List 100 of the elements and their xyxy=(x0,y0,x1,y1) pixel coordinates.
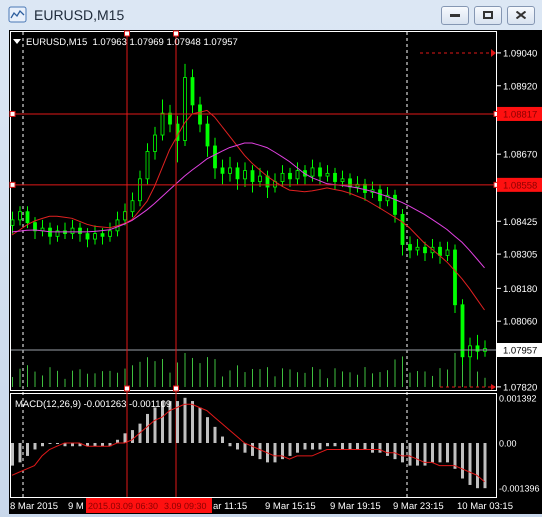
candlestick xyxy=(438,241,442,264)
candlestick xyxy=(386,186,390,207)
histogram-bar xyxy=(341,443,344,450)
price-tag: 1.08817 xyxy=(497,106,542,121)
candlestick xyxy=(213,137,217,180)
candlestick xyxy=(258,167,262,188)
candlestick xyxy=(130,192,134,218)
candlestick xyxy=(206,115,210,158)
candlestick xyxy=(33,216,37,240)
histogram-bar xyxy=(94,443,96,446)
histogram-bar xyxy=(11,443,14,466)
candlestick xyxy=(296,162,300,185)
histogram-bar xyxy=(484,443,486,488)
candlestick xyxy=(333,167,337,190)
histogram-bar xyxy=(236,443,239,450)
histogram-bar xyxy=(311,443,314,450)
histogram-bar xyxy=(221,436,224,443)
chart-window-icon xyxy=(8,6,28,24)
time-axis-label: 9 M xyxy=(68,501,84,512)
indicator-axis-label: 0.001392 xyxy=(499,394,537,404)
candlestick xyxy=(460,298,464,366)
candlestick xyxy=(400,208,404,256)
histogram-bar xyxy=(184,398,186,443)
histogram-bar xyxy=(26,443,29,456)
histogram-bar xyxy=(454,443,456,469)
close-icon xyxy=(516,11,526,19)
candlestick xyxy=(453,244,457,314)
time-tag: 3.09 09:30 xyxy=(162,498,212,513)
candlestick xyxy=(48,222,52,246)
histogram-bar xyxy=(138,424,142,443)
histogram-bar xyxy=(296,443,299,453)
candlestick xyxy=(198,96,202,133)
histogram-bar xyxy=(64,443,66,446)
candlestick xyxy=(190,68,194,114)
histogram-bar xyxy=(176,401,179,443)
histogram-bar xyxy=(86,443,89,446)
histogram-bar xyxy=(288,443,292,456)
candlestick xyxy=(176,115,180,163)
histogram-bar xyxy=(364,443,366,450)
window-title: EURUSD,M15 xyxy=(34,7,124,23)
candlestick xyxy=(430,238,434,259)
candlestick xyxy=(93,224,97,246)
histogram-bar xyxy=(116,440,119,443)
histogram-bar xyxy=(251,443,254,456)
histogram-bar xyxy=(124,433,126,443)
candlestick xyxy=(70,219,74,240)
candlestick xyxy=(356,176,360,194)
histogram-bar xyxy=(334,443,336,446)
candlestick xyxy=(243,162,247,188)
time-tag: 2015.03.09 06:30 xyxy=(86,498,162,513)
alert-arrow xyxy=(440,384,496,390)
histogram-bar xyxy=(416,443,419,466)
indicator-axis-label: 0.00 xyxy=(499,438,517,448)
time-axis-label: ar 11:15 xyxy=(213,501,248,512)
candlestick xyxy=(393,189,397,224)
candlestick xyxy=(153,126,157,160)
candlestick xyxy=(220,159,224,185)
candlestick xyxy=(63,222,67,240)
histogram-bar xyxy=(431,443,434,462)
candlestick xyxy=(250,164,254,194)
price-axis-label: 1.08180 xyxy=(503,284,538,295)
close-button[interactable] xyxy=(507,6,535,24)
candlestick xyxy=(326,164,330,182)
price-axis-label: 1.08425 xyxy=(503,216,538,228)
minimize-button[interactable] xyxy=(441,6,469,24)
candlestick xyxy=(446,241,450,262)
candlestick xyxy=(138,170,142,207)
time-axis-label: 9 Mar 23:15 xyxy=(393,501,444,512)
histogram-bar xyxy=(214,426,216,443)
histogram-bar xyxy=(34,443,36,450)
maximize-button[interactable] xyxy=(474,6,502,24)
histogram-bar xyxy=(18,443,22,462)
price-axis-label: 1.09040 xyxy=(503,48,538,60)
histogram-bar xyxy=(78,443,82,446)
price-axis-label: 1.08920 xyxy=(503,81,538,92)
time-axis-label: 8 Mar 2015 xyxy=(10,501,58,512)
horizontal-line[interactable] xyxy=(10,182,500,188)
histogram-bar xyxy=(476,443,479,488)
candlestick xyxy=(416,238,420,256)
price-tag: 1.08558 xyxy=(497,178,542,192)
histogram-bar xyxy=(274,443,276,462)
histogram-bar xyxy=(281,443,284,460)
histogram-bar xyxy=(401,443,404,462)
histogram-bar xyxy=(386,443,389,456)
candlestick xyxy=(273,172,277,194)
price-axis-label: 1.07820 xyxy=(503,382,538,394)
dropdown-arrow-icon[interactable] xyxy=(13,39,21,44)
price-axis-label: 1.08670 xyxy=(503,150,538,161)
time-axis-label: 10 Mar 03:15 xyxy=(457,501,513,512)
histogram-bar xyxy=(71,443,74,446)
histogram-bar xyxy=(41,443,44,446)
horizontal-line[interactable] xyxy=(10,110,500,117)
histogram-bar xyxy=(191,401,194,443)
histogram-bar xyxy=(258,443,262,460)
histogram-bar xyxy=(304,443,306,450)
histogram-bar xyxy=(154,408,156,443)
candlestick xyxy=(303,164,307,185)
candlestick xyxy=(26,206,30,229)
histogram-bar xyxy=(228,443,232,446)
price-axis-label: 1.08060 xyxy=(503,316,538,328)
